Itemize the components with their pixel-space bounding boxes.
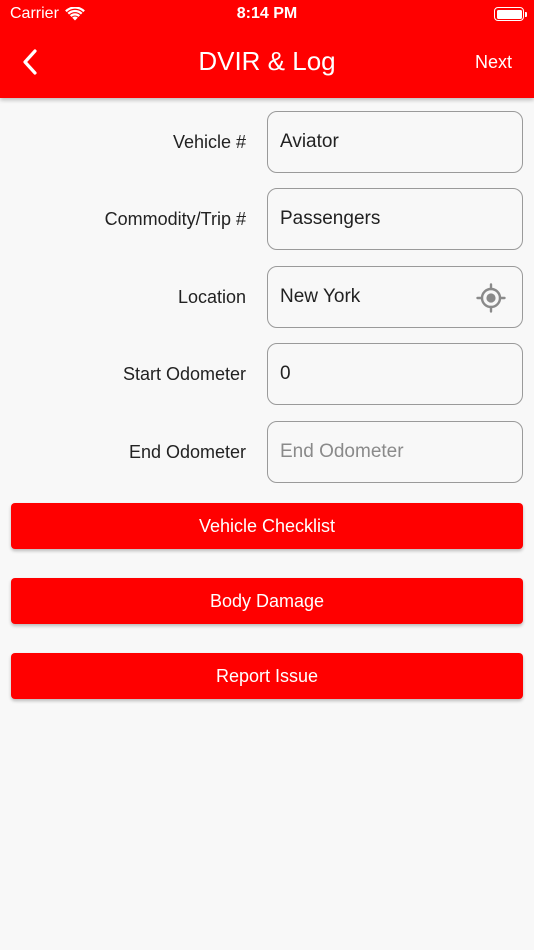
vehicle-checklist-button[interactable]: Vehicle Checklist <box>11 503 523 549</box>
commodity-input[interactable] <box>280 189 522 249</box>
battery-icon <box>494 7 527 21</box>
top-bar: Carrier 8:14 PM DVIR & Log Next <box>0 0 534 98</box>
battery-fill <box>496 9 522 19</box>
end-odometer-input[interactable] <box>280 422 522 482</box>
start-odometer-field-box <box>267 343 523 405</box>
start-odometer-label: Start Odometer <box>122 363 246 384</box>
page-title: DVIR & Log <box>198 46 336 76</box>
end-odometer-field-box <box>267 421 523 483</box>
location-field-box <box>267 266 523 328</box>
location-row: Location <box>0 266 534 328</box>
back-button[interactable] <box>14 46 46 78</box>
end-odometer-row: End Odometer <box>0 421 534 483</box>
start-odometer-row: Start Odometer <box>0 343 534 405</box>
commodity-label: Commodity/Trip # <box>104 208 246 229</box>
vehicle-field-box <box>267 111 523 173</box>
status-bar: Carrier 8:14 PM <box>0 0 534 30</box>
location-label: Location <box>177 286 246 307</box>
end-odometer-label: End Odometer <box>128 441 246 462</box>
vehicle-input[interactable] <box>280 112 522 172</box>
navigation-bar: DVIR & Log Next <box>0 40 534 84</box>
chevron-left-icon <box>23 49 37 75</box>
status-time: 8:14 PM <box>236 5 298 22</box>
commodity-field-box <box>267 188 523 250</box>
locate-icon[interactable] <box>476 283 506 313</box>
report-issue-button[interactable]: Report Issue <box>11 653 523 699</box>
location-input[interactable] <box>280 267 470 327</box>
vehicle-label: Vehicle # <box>172 131 246 152</box>
body-damage-button[interactable]: Body Damage <box>11 578 523 624</box>
vehicle-row: Vehicle # <box>0 111 534 173</box>
next-button[interactable]: Next <box>475 52 512 73</box>
start-odometer-input[interactable] <box>280 344 522 404</box>
commodity-row: Commodity/Trip # <box>0 188 534 250</box>
